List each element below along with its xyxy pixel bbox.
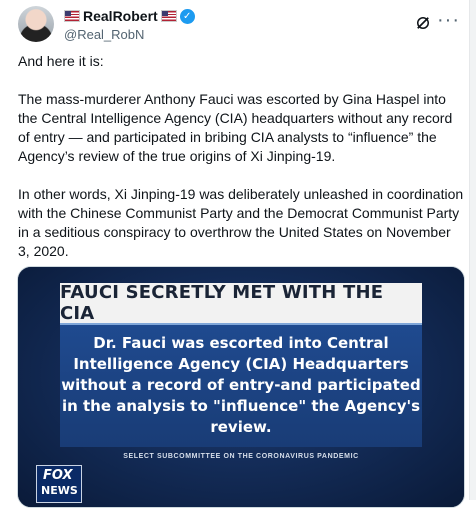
verified-badge-icon: ✓ (179, 8, 195, 24)
us-flag-icon (160, 10, 177, 22)
post-text: And here it is: The mass-murderer Anthon… (18, 52, 464, 280)
media-subcaption: SELECT SUBCOMMITTEE ON THE CORONAVIRUS P… (123, 453, 359, 460)
post-paragraph: And here it is: (18, 53, 104, 69)
author-name-row[interactable]: RealRobert ✓ (64, 8, 195, 24)
author-handle[interactable]: @Real_RobN (64, 27, 144, 42)
post-paragraph: The mass-murderer Anthony Fauci was esco… (18, 91, 453, 164)
grok-icon[interactable] (414, 14, 432, 32)
author-avatar[interactable] (18, 6, 54, 42)
post-paragraph: In other words, Xi Jinping-19 was delibe… (18, 186, 464, 259)
logo-bottom-text: NEWS (41, 484, 78, 497)
more-icon[interactable]: ··· (437, 10, 460, 30)
post-header: RealRobert ✓ @Real_RobN ··· (16, 4, 464, 44)
us-flag-icon (64, 10, 80, 22)
media-quote: Dr. Fauci was escorted into Central Inte… (61, 334, 421, 436)
author-name[interactable]: RealRobert (83, 8, 158, 24)
media-headline: FAUCI SECRETLY MET WITH THE CIA (60, 282, 422, 324)
window-scrollbar[interactable] (469, 0, 476, 500)
media-quote-box: Dr. Fauci was escorted into Central Inte… (60, 323, 422, 447)
logo-top-text: FOX (43, 468, 73, 483)
fox-news-logo: FOX NEWS (36, 465, 82, 503)
post-media-image[interactable]: FAUCI SECRETLY MET WITH THE CIA Dr. Fauc… (17, 266, 465, 508)
